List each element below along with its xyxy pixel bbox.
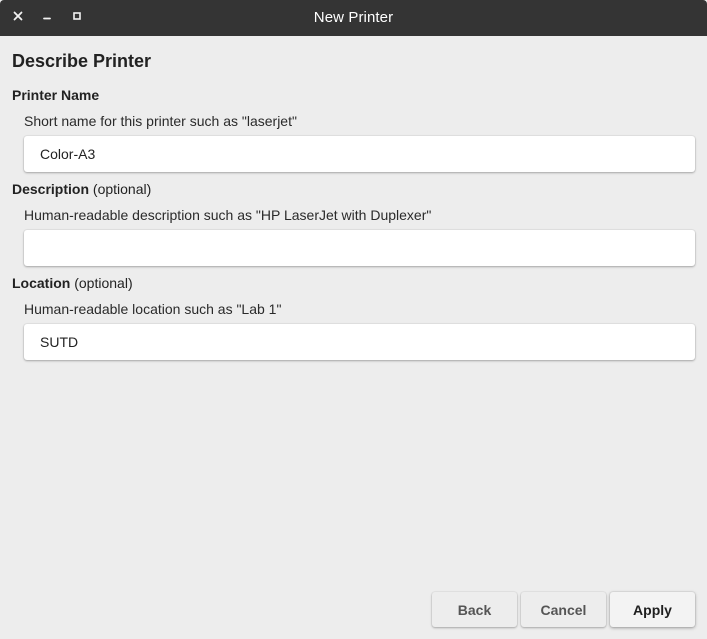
location-label: Location (optional) — [12, 275, 133, 291]
new-printer-dialog: New Printer Describe Printer Printer Nam… — [0, 0, 707, 639]
description-field[interactable] — [24, 230, 695, 266]
apply-button[interactable]: Apply — [610, 592, 695, 627]
printer-name-hint: Short name for this printer such as "las… — [24, 113, 297, 129]
description-label: Description (optional) — [12, 181, 151, 197]
window-title: New Printer — [313, 9, 394, 26]
title-bar: New Printer — [0, 0, 707, 36]
location-field[interactable] — [24, 324, 695, 360]
printer-name-field[interactable] — [24, 136, 695, 172]
location-input[interactable] — [40, 334, 679, 350]
dialog-content: Describe Printer Printer Name Short name… — [0, 36, 707, 639]
cancel-button[interactable]: Cancel — [521, 592, 606, 627]
location-hint: Human-readable location such as "Lab 1" — [24, 301, 282, 317]
printer-name-input[interactable] — [40, 146, 679, 162]
location-label-text: Location — [12, 275, 71, 291]
description-hint: Human-readable description such as "HP L… — [24, 207, 432, 223]
back-button[interactable]: Back — [432, 592, 517, 627]
page-title: Describe Printer — [12, 51, 152, 71]
location-optional-text: (optional) — [74, 275, 133, 291]
printer-name-label-text: Printer Name — [12, 87, 100, 103]
description-label-text: Description — [12, 181, 90, 197]
printer-name-label: Printer Name — [12, 87, 99, 103]
description-optional-text: (optional) — [92, 181, 152, 197]
description-input[interactable] — [40, 240, 679, 256]
